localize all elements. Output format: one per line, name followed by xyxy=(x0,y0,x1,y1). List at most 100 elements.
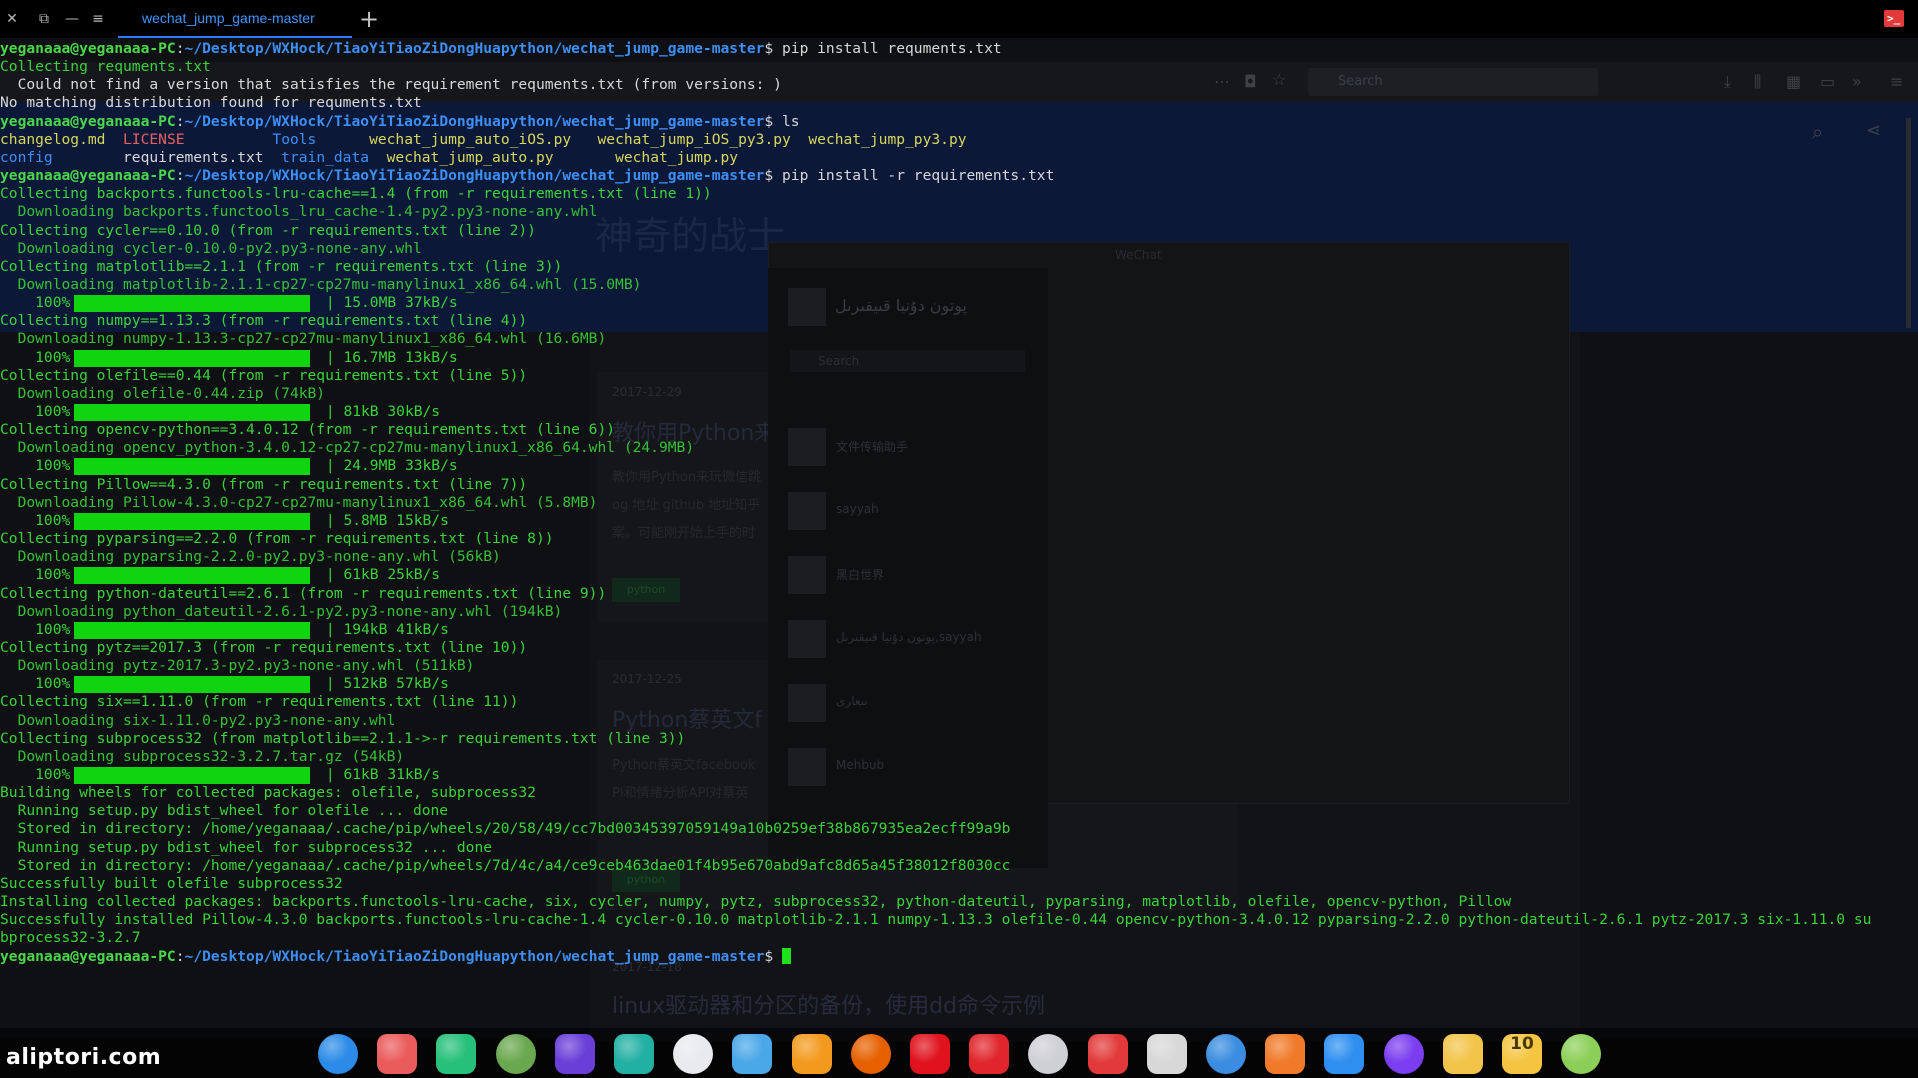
output-text: Tools xyxy=(272,130,317,148)
prompt-user: yeganaaa@yeganaaa-PC xyxy=(0,947,176,965)
terminal-menu-icon[interactable]: ≡ xyxy=(88,9,108,29)
output-text: Downloading pytz-2017.3-py2.py3-none-any… xyxy=(0,657,475,675)
progress-line: 100% | | 24.9MB 33kB/s xyxy=(0,457,458,476)
output-line: Downloading pytz-2017.3-py2.py3-none-any… xyxy=(0,657,475,675)
progress-bar xyxy=(74,676,310,694)
progress-bar xyxy=(74,621,310,639)
clion-icon[interactable] xyxy=(614,1034,654,1074)
android-studio-icon[interactable] xyxy=(495,1034,536,1074)
archive-manager-icon[interactable] xyxy=(732,1034,773,1074)
terminal-output[interactable]: yeganaaa@yeganaaa-PC:~/Desktop/WXHock/Ti… xyxy=(0,40,1918,990)
netease-music-icon[interactable] xyxy=(969,1034,1010,1074)
progress-bar xyxy=(74,458,310,476)
output-text: Downloading python_dateutil-2.6.1-py2.py… xyxy=(0,602,563,620)
output-text: Downloading opencv_python-3.4.0.12-cp27-… xyxy=(0,439,695,457)
prompt-user: yeganaaa@yeganaaa-PC xyxy=(0,167,176,185)
output-text: Downloading six-1.11.0-py2.py3-none-any.… xyxy=(0,711,396,729)
minimize-window-icon[interactable]: — xyxy=(62,9,82,29)
output-text: Installing collected packages: backports… xyxy=(0,893,1512,911)
output-text: LICENSE xyxy=(123,130,185,148)
progress-line: 100% | | 5.8MB 15kB/s xyxy=(0,512,449,530)
output-text: Stored in directory: /home/yeganaaa/.cac… xyxy=(0,820,1011,838)
terminal-icon[interactable] xyxy=(1087,1034,1128,1074)
output-text: Successfully installed Pillow-4.3.0 back… xyxy=(0,911,1872,929)
deepin-chat-icon[interactable] xyxy=(1206,1034,1246,1074)
terminal-app-icon: >_ xyxy=(1884,10,1904,27)
output-text: No matching distribution found for requm… xyxy=(0,94,422,112)
output-line: Downloading cycler-0.10.0-py2.py3-none-a… xyxy=(0,240,422,258)
output-text: Successfully built olefile subprocess32 xyxy=(0,874,343,892)
output-text: Running setup.py bdist_wheel for olefile… xyxy=(0,802,449,820)
output-text: bprocess32-3.2.7 xyxy=(0,929,141,947)
wechat-icon[interactable] xyxy=(1146,1034,1187,1074)
output-text: Downloading cycler-0.10.0-py2.py3-none-a… xyxy=(0,239,422,257)
screen-recorder-icon[interactable] xyxy=(377,1034,418,1074)
trash-icon[interactable] xyxy=(1561,1034,1602,1074)
progress-line: 100% | | 16.7MB 13kB/s xyxy=(0,349,458,367)
output-line: Collecting cycler==0.10.0 (from -r requi… xyxy=(0,222,536,240)
progress-line: 100% | | 15.0MB 37kB/s xyxy=(0,294,458,313)
output-text: Stored in directory: /home/yeganaaa/.cac… xyxy=(0,856,1011,874)
prompt-path: ~/Desktop/WXHock/TiaoYiTiaoZiDongHuapyth… xyxy=(184,167,765,185)
restore-window-icon[interactable]: ⧉ xyxy=(34,9,54,29)
tab-wechat-jump-game[interactable]: wechat_jump_game-master xyxy=(118,0,352,38)
downloader-icon[interactable] xyxy=(1265,1034,1306,1074)
progress-line: 100% | | 194kB 41kB/s xyxy=(0,621,449,639)
power-icon[interactable] xyxy=(1383,1034,1424,1074)
progress-info: | 24.9MB 33kB/s xyxy=(325,457,458,475)
output-line: Downloading olefile-0.44.zip (74kB) xyxy=(0,384,326,403)
output-text: Collecting olefile==0.44 (from -r requir… xyxy=(0,366,528,384)
output-line: Running setup.py bdist_wheel for subproc… xyxy=(0,839,492,857)
clock-icon[interactable] xyxy=(1442,1034,1483,1074)
wifi-icon[interactable] xyxy=(1324,1034,1365,1074)
output-line: Installing collected packages: backports… xyxy=(0,893,1511,911)
close-window-icon[interactable]: ✕ xyxy=(2,9,22,29)
progress-info: | 15.0MB 37kB/s xyxy=(325,294,458,312)
prompt-line: yeganaaa@yeganaaa-PC:~/Desktop/WXHock/Ti… xyxy=(0,947,791,966)
output-text: Downloading olefile-0.44.zip (74kB) xyxy=(0,384,326,402)
output-line: Collecting backports.functools-lru-cache… xyxy=(0,185,712,203)
progress-line: 100% | | 81kB 30kB/s xyxy=(0,403,440,421)
output-line: Building wheels for collected packages: … xyxy=(0,784,536,802)
command-text: $ xyxy=(764,947,782,965)
tab-title: wechat_jump_game-master xyxy=(142,10,315,26)
output-line: Downloading opencv_python-3.4.0.12-cp27-… xyxy=(0,439,695,457)
file-manager-icon[interactable] xyxy=(436,1034,477,1074)
progress-line: 100% | | 61kB 25kB/s xyxy=(0,566,440,585)
output-text: Collecting matplotlib==2.1.1 (from -r re… xyxy=(0,257,563,275)
output-line: Downloading backports.functools_lru_cach… xyxy=(0,203,598,221)
output-line: config requirements.txt train_data wecha… xyxy=(0,149,738,167)
output-text: Collecting backports.functools-lru-cache… xyxy=(0,185,712,203)
progress-bar xyxy=(74,767,310,784)
progress-info: | 61kB 31kB/s xyxy=(325,766,441,783)
progress-bar xyxy=(74,512,310,530)
calendar-icon[interactable]: 10 xyxy=(1502,1034,1542,1074)
firefox-icon[interactable] xyxy=(850,1034,891,1074)
prompt-line: yeganaaa@yeganaaa-PC:~/Desktop/WXHock/Ti… xyxy=(0,40,1002,57)
output-line: Collecting pyparsing==2.2.0 (from -r req… xyxy=(0,530,554,548)
progress-info: | 512kB 57kB/s xyxy=(325,675,449,693)
output-text: Downloading backports.functools_lru_cach… xyxy=(0,203,598,221)
output-line: Downloading numpy-1.13.3-cp27-cp27mu-man… xyxy=(0,330,607,348)
output-text: Collecting six==1.11.0 (from -r requirem… xyxy=(0,693,519,711)
output-line: Collecting matplotlib==2.1.1 (from -r re… xyxy=(0,258,562,276)
chrome-icon[interactable] xyxy=(673,1034,714,1074)
taskbar-dock xyxy=(0,1028,1918,1078)
progress-bar xyxy=(74,349,310,367)
prompt-path: ~/Desktop/WXHock/TiaoYiTiaoZiDongHuapyth… xyxy=(184,112,765,130)
output-line: Could not find a version that satisfies … xyxy=(0,76,782,94)
progress-info: | 81kB 30kB/s xyxy=(325,403,441,420)
output-text: wechat_jump_auto.py wechat_jump.py xyxy=(386,148,739,166)
intellij-idea-icon[interactable] xyxy=(554,1034,595,1074)
new-tab-button[interactable]: + xyxy=(356,6,382,32)
command-text: $ ls xyxy=(764,112,800,130)
output-line: Successfully built olefile subprocess32 xyxy=(0,875,343,893)
opera-icon[interactable] xyxy=(910,1034,950,1074)
output-line: Downloading pyparsing-2.2.0-py2.py3-none… xyxy=(0,548,501,566)
output-line: Running setup.py bdist_wheel for olefile… xyxy=(0,802,449,820)
output-line: Collecting six==1.11.0 (from -r requirem… xyxy=(0,693,518,711)
launcher-icon[interactable] xyxy=(318,1034,358,1074)
app-store-icon[interactable] xyxy=(791,1034,832,1074)
progress-line: 100% | | 512kB 57kB/s xyxy=(0,675,449,694)
output-line: bprocess32-3.2.7 xyxy=(0,929,141,947)
